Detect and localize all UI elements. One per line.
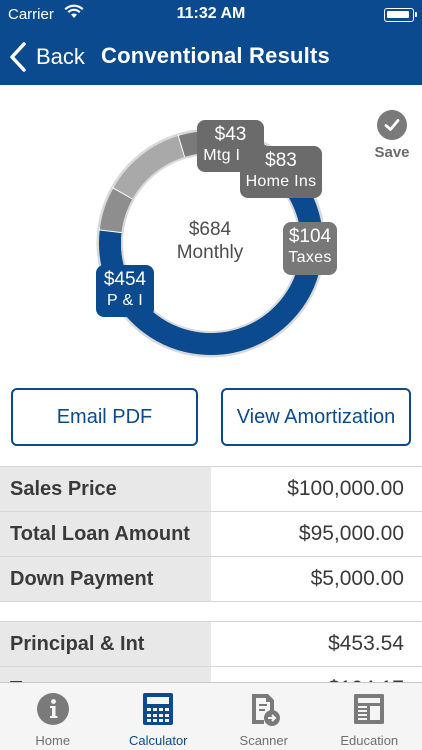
battery-icon — [384, 8, 417, 22]
tab-education[interactable]: Education — [317, 683, 422, 750]
tab-label: Calculator — [128, 733, 188, 748]
tab-scanner[interactable]: Scanner — [211, 683, 317, 750]
tab-calculator[interactable]: Calculator — [106, 683, 212, 750]
taxes-label: Taxes — [288, 249, 332, 266]
pi-amount: $454 — [103, 269, 147, 290]
pi-label: P & I — [107, 292, 143, 309]
section-spacer — [0, 601, 422, 621]
row-value: $5,000.00 — [211, 557, 422, 601]
save-button[interactable]: Save — [370, 110, 414, 161]
donut-segment-mtg-ins — [99, 187, 133, 233]
newspaper-icon — [354, 694, 385, 724]
chevron-left-icon — [10, 42, 26, 72]
row-label: Down Payment — [0, 557, 211, 601]
row-value: $453.54 — [211, 622, 422, 666]
results-table: Sales Price $100,000.00 Total Loan Amoun… — [0, 466, 422, 711]
tab-label: Home — [35, 733, 71, 748]
table-row: Total Loan Amount $95,000.00 — [0, 511, 422, 556]
home-ins-callout: $83 Home Ins — [240, 146, 322, 198]
taxes-callout: $104 Taxes — [283, 222, 337, 275]
home-ins-amount: $83 — [265, 150, 297, 171]
home-ins-label: Home Ins — [245, 173, 317, 190]
monthly-label: Monthly — [176, 242, 244, 263]
row-value: $95,000.00 — [211, 512, 422, 556]
view-amortization-button[interactable]: View Amortization — [221, 388, 411, 446]
row-value: $100,000.00 — [211, 467, 422, 511]
status-time: 11:32 AM — [176, 5, 246, 22]
back-label: Back — [36, 44, 85, 69]
scanner-icon — [251, 694, 280, 726]
calculator-icon — [143, 693, 174, 725]
monthly-total: $684 — [188, 219, 232, 240]
row-label: Sales Price — [0, 467, 211, 511]
checkmark-icon — [377, 110, 407, 140]
page-title: Conventional Results — [101, 43, 330, 68]
info-icon — [36, 693, 69, 725]
donut-segment-home-ins — [113, 135, 186, 199]
pi-callout: $454 P & I — [96, 265, 154, 317]
table-row: Sales Price $100,000.00 — [0, 466, 422, 511]
taxes-amount: $104 — [288, 226, 332, 247]
table-row: Principal & Int $453.54 — [0, 621, 422, 666]
status-bar: Carrier 11:32 AM — [0, 0, 422, 30]
tab-bar: Home Calculator Scanner Education — [0, 682, 422, 750]
email-pdf-button[interactable]: Email PDF — [11, 388, 198, 446]
tab-label: Education — [340, 733, 399, 748]
row-label: Total Loan Amount — [0, 512, 211, 556]
navigation-bar: Back Conventional Results — [0, 30, 422, 85]
row-label: Principal & Int — [0, 622, 211, 666]
payment-breakdown-chart: $684 Monthly $43 Mtg Ins $83 Home Ins $1… — [0, 85, 422, 385]
tab-label: Scanner — [239, 733, 288, 748]
tab-home[interactable]: Home — [0, 683, 106, 750]
save-label: Save — [374, 144, 410, 161]
back-button[interactable]: Back — [8, 38, 85, 76]
table-row: Down Payment $5,000.00 — [0, 556, 422, 601]
mtg-ins-amount: $43 — [214, 124, 247, 145]
